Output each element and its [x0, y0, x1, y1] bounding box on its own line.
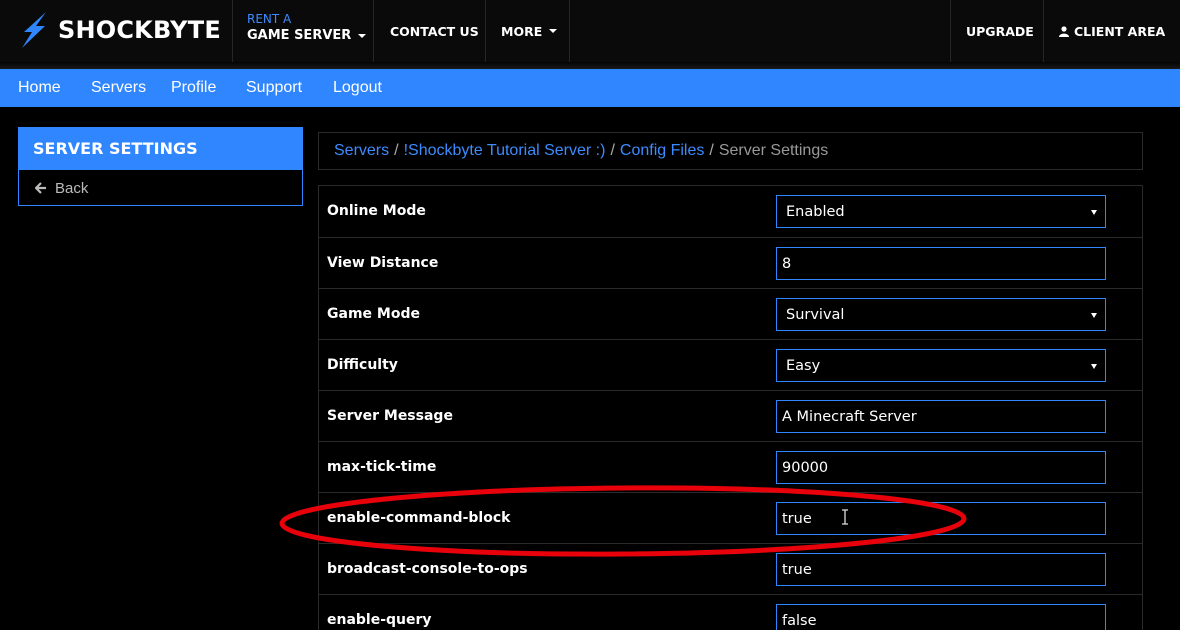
setting-label: Server Message: [327, 408, 453, 424]
difficulty-select[interactable]: Easy: [776, 349, 1106, 382]
server-settings-panel: SERVER SETTINGS Back: [18, 127, 303, 206]
client-area-link[interactable]: CLIENT AREA: [1059, 0, 1165, 62]
setting-row-difficulty: Difficulty Easy: [319, 339, 1142, 390]
view-distance-input[interactable]: [776, 247, 1106, 280]
breadcrumb-separator: /: [709, 142, 714, 159]
caret-down-icon: [358, 33, 367, 38]
rent-label: RENT A: [247, 12, 292, 26]
dropdown-arrow-icon: [1091, 364, 1097, 369]
subnav-profile[interactable]: Profile: [171, 69, 216, 107]
setting-row-online-mode: Online Mode Enabled: [319, 186, 1142, 237]
select-value: Easy: [786, 357, 821, 374]
subnav-home[interactable]: Home: [18, 69, 61, 107]
breadcrumb-config-files[interactable]: Config Files: [620, 142, 704, 160]
setting-row-enable-command-block: enable-command-block: [319, 492, 1142, 543]
breadcrumb-separator: /: [394, 142, 399, 159]
breadcrumb-servers[interactable]: Servers: [334, 142, 389, 160]
setting-label: Online Mode: [327, 203, 426, 219]
game-mode-select[interactable]: Survival: [776, 298, 1106, 331]
setting-row-game-mode: Game Mode Survival: [319, 288, 1142, 339]
dropdown-arrow-icon: [1091, 313, 1097, 318]
nav-divider: [569, 0, 570, 62]
more-menu[interactable]: MORE: [501, 0, 558, 62]
back-label: Back: [55, 179, 89, 197]
server-message-input[interactable]: [776, 400, 1106, 433]
select-value: Survival: [786, 306, 845, 323]
logo[interactable]: SHOCKBYTE: [18, 12, 221, 48]
online-mode-select[interactable]: Enabled: [776, 195, 1106, 228]
rent-game-server-menu[interactable]: RENT A GAME SERVER: [247, 12, 367, 43]
select-value: Enabled: [786, 203, 845, 220]
setting-row-view-distance: View Distance: [319, 237, 1142, 288]
upgrade-link[interactable]: UPGRADE: [966, 0, 1034, 62]
subnav-logout[interactable]: Logout: [333, 69, 382, 107]
contact-us-link[interactable]: CONTACT US: [390, 0, 479, 62]
breadcrumb: Servers / !Shockbyte Tutorial Server :) …: [318, 132, 1143, 170]
settings-table: Online Mode Enabled View Distance Game M…: [318, 185, 1143, 630]
setting-row-enable-query: enable-query: [319, 594, 1142, 630]
setting-label: Difficulty: [327, 357, 398, 373]
logo-text: SHOCKBYTE: [58, 16, 221, 44]
breadcrumb-separator: /: [610, 142, 615, 159]
nav-divider: [485, 0, 486, 62]
caret-down-icon: [549, 29, 558, 33]
back-link[interactable]: Back: [19, 170, 302, 206]
nav-divider: [232, 0, 233, 62]
setting-label: enable-query: [327, 612, 432, 628]
enable-command-block-input[interactable]: [776, 502, 1106, 535]
enable-query-input[interactable]: [776, 604, 1106, 630]
setting-label: broadcast-console-to-ops: [327, 561, 528, 577]
nav-divider: [950, 0, 951, 62]
dropdown-arrow-icon: [1091, 210, 1097, 215]
setting-row-server-message: Server Message: [319, 390, 1142, 441]
top-navbar: SHOCKBYTE RENT A GAME SERVER CONTACT US …: [0, 0, 1180, 62]
setting-row-broadcast-console-to-ops: broadcast-console-to-ops: [319, 543, 1142, 594]
subnav-support[interactable]: Support: [246, 69, 302, 107]
setting-label: enable-command-block: [327, 510, 511, 526]
setting-label: Game Mode: [327, 306, 420, 322]
lightning-bolt-icon: [22, 12, 46, 48]
nav-divider: [373, 0, 374, 62]
user-icon: [1059, 25, 1069, 37]
breadcrumb-server-name[interactable]: !Shockbyte Tutorial Server :): [404, 142, 606, 160]
setting-label: View Distance: [327, 255, 439, 271]
max-tick-time-input[interactable]: [776, 451, 1106, 484]
broadcast-console-to-ops-input[interactable]: [776, 553, 1106, 586]
account-subnav: Home Servers Profile Support Logout: [0, 69, 1180, 107]
game-server-label: GAME SERVER: [247, 28, 352, 43]
panel-title: SERVER SETTINGS: [19, 128, 302, 170]
arrow-left-icon: [35, 182, 46, 194]
header-shadow: [0, 62, 1180, 69]
game-server-label-wrap: GAME SERVER: [247, 28, 367, 43]
subnav-servers[interactable]: Servers: [91, 69, 146, 107]
client-area-label: CLIENT AREA: [1074, 23, 1166, 39]
setting-row-max-tick-time: max-tick-time: [319, 441, 1142, 492]
more-label: MORE: [501, 23, 543, 39]
nav-divider: [1043, 0, 1044, 62]
breadcrumb-current: Server Settings: [718, 142, 829, 159]
setting-label: max-tick-time: [327, 459, 437, 475]
